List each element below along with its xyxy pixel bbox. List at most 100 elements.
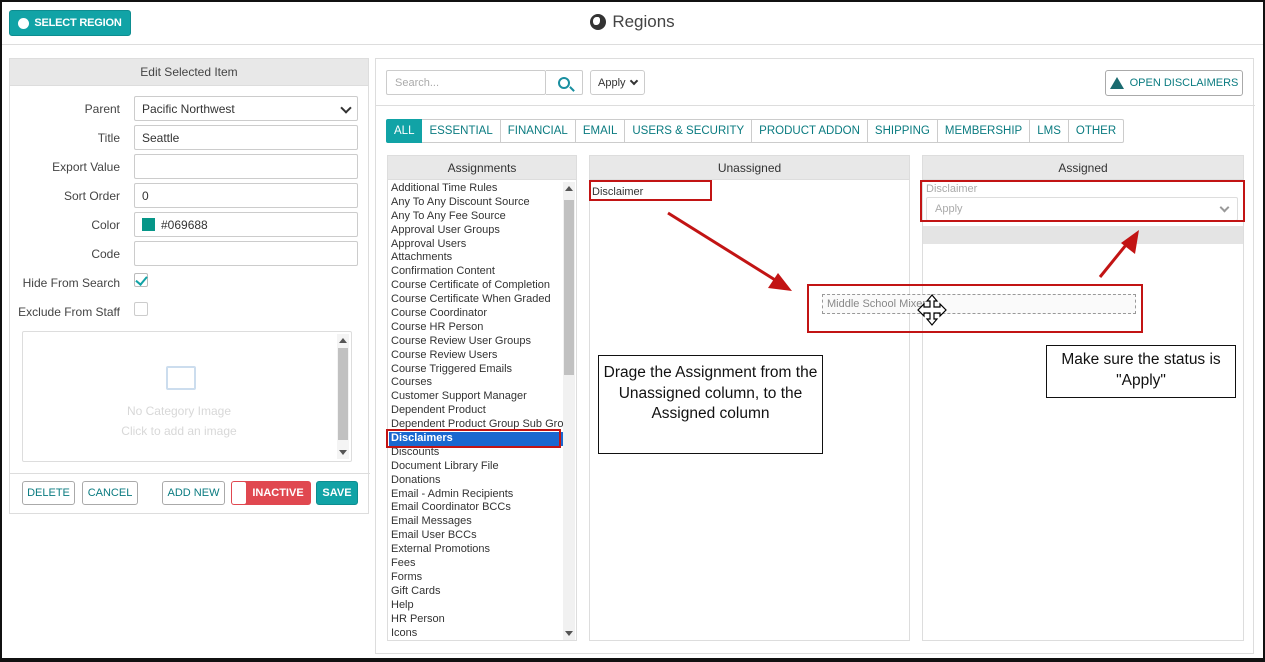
exclude-from-staff-checkbox[interactable] (134, 302, 148, 316)
active-toggle[interactable]: INACTIVE (231, 481, 311, 505)
page-title: Regions (2, 12, 1263, 32)
chevron-down-icon (340, 102, 352, 114)
scroll-down-icon[interactable] (339, 450, 347, 455)
assignment-item[interactable]: Approval User Groups (389, 224, 575, 238)
parent-select[interactable]: Pacific Northwest (134, 96, 358, 121)
color-input[interactable]: #069688 (134, 212, 358, 237)
sort-order-row: Sort Order 0 (10, 183, 370, 208)
dragged-item[interactable]: Middle School Mixer (822, 294, 1136, 314)
color-swatch[interactable] (142, 218, 155, 231)
search-input[interactable]: Search... (386, 70, 546, 95)
tab-lms[interactable]: LMS (1030, 119, 1069, 143)
tab-product-addon[interactable]: PRODUCT ADDON (752, 119, 868, 143)
title-row: Title Seattle (10, 125, 370, 150)
sort-order-input[interactable]: 0 (134, 183, 358, 208)
inactive-label: INACTIVE (252, 487, 304, 499)
assignment-item[interactable]: Email User BCCs (389, 529, 575, 543)
assignment-item[interactable]: Email Messages (389, 515, 575, 529)
scroll-up-icon[interactable] (565, 186, 573, 191)
open-disclaimers-button[interactable]: OPEN DISCLAIMERS (1105, 70, 1243, 96)
unassigned-item-highlight (589, 180, 712, 201)
parent-label: Parent (84, 101, 120, 116)
globe-icon (590, 14, 607, 30)
assignment-item[interactable]: Course Certificate of Completion (389, 279, 575, 293)
tab-all[interactable]: ALL (386, 119, 423, 143)
tab-shipping[interactable]: SHIPPING (867, 119, 938, 143)
parent-row: Parent Pacific Northwest (10, 96, 370, 121)
tab-users-security[interactable]: USERS & SECURITY (625, 119, 753, 143)
image-scrollbar[interactable] (337, 334, 349, 459)
delete-button[interactable]: DELETE (22, 481, 75, 505)
code-row: Code (10, 241, 370, 266)
assignment-item[interactable]: Courses (389, 376, 575, 390)
scroll-thumb[interactable] (338, 348, 348, 440)
assignment-item[interactable]: Course Review Users (389, 349, 575, 363)
category-tabs: ALL ESSENTIAL FINANCIAL EMAIL USERS & SE… (386, 119, 1125, 143)
hide-from-search-checkbox[interactable] (134, 273, 148, 287)
assignment-item[interactable]: Dependent Product (389, 404, 575, 418)
tab-membership[interactable]: MEMBERSHIP (937, 119, 1031, 143)
save-button[interactable]: SAVE (316, 481, 358, 505)
assignment-item[interactable]: Email - Admin Recipients (389, 488, 575, 502)
code-label: Code (91, 246, 120, 261)
chevron-down-icon (629, 76, 639, 86)
warning-icon (1109, 77, 1124, 89)
assignment-item[interactable]: Icons (389, 627, 575, 641)
assignment-item[interactable]: Course Triggered Emails (389, 363, 575, 377)
exclude-from-staff-label: Exclude From Staff (18, 304, 120, 319)
assignment-item[interactable]: Attachments (389, 251, 575, 265)
move-cursor-icon (917, 294, 947, 326)
export-value-row: Export Value (10, 154, 370, 179)
tab-essential[interactable]: ESSENTIAL (422, 119, 501, 143)
assignment-item[interactable]: External Promotions (389, 543, 575, 557)
assignment-item[interactable]: Help (389, 599, 575, 613)
tab-other[interactable]: OTHER (1068, 119, 1125, 143)
assignment-item[interactable]: Course Certificate When Graded (389, 293, 575, 307)
assignment-item[interactable]: Course Review User Groups (389, 335, 575, 349)
scroll-down-icon[interactable] (565, 631, 573, 636)
assignment-item[interactable]: Approval Users (389, 238, 575, 252)
assignment-item[interactable]: Discounts (389, 446, 575, 460)
assignment-item[interactable]: Donations (389, 474, 575, 488)
assignment-item[interactable]: Customer Support Manager (389, 390, 575, 404)
assignment-item[interactable]: HR Person (389, 613, 575, 627)
assignments-column: Assignments Additional Time Rules Any To … (387, 155, 577, 641)
hide-from-search-row: Hide From Search (10, 270, 370, 295)
search-button[interactable] (546, 70, 583, 95)
scroll-thumb[interactable] (564, 200, 574, 375)
assignments-list[interactable]: Additional Time Rules Any To Any Discount… (389, 182, 575, 640)
title-input[interactable]: Seattle (134, 125, 358, 150)
color-row: Color #069688 (10, 212, 370, 237)
divider (10, 473, 370, 474)
assignment-item[interactable]: Course Coordinator (389, 307, 575, 321)
parent-value: Pacific Northwest (142, 101, 235, 116)
assignment-item[interactable]: Document Library File (389, 460, 575, 474)
scroll-up-icon[interactable] (339, 338, 347, 343)
cancel-button[interactable]: CANCEL (82, 481, 138, 505)
assignment-item[interactable]: Course HR Person (389, 321, 575, 335)
unassigned-header: Unassigned (590, 156, 909, 180)
tab-financial[interactable]: FINANCIAL (500, 119, 576, 143)
add-new-button[interactable]: ADD NEW (162, 481, 225, 505)
assigned-drop-zone[interactable] (923, 226, 1243, 244)
tab-email[interactable]: EMAIL (575, 119, 626, 143)
assignment-item[interactable]: Fees (389, 557, 575, 571)
assignment-item[interactable]: Forms (389, 571, 575, 585)
callout-status-instruction: Make sure the status is "Apply" (1046, 345, 1236, 398)
assignments-scrollbar[interactable] (563, 182, 575, 640)
assignment-item[interactable]: Any To Any Discount Source (389, 196, 575, 210)
assignment-item[interactable]: Additional Time Rules (389, 182, 575, 196)
status-filter-select[interactable]: Apply (590, 70, 645, 95)
assignment-item[interactable]: Gift Cards (389, 585, 575, 599)
code-input[interactable] (134, 241, 358, 266)
category-image-dropzone[interactable]: No Category Image Click to add an image (22, 331, 352, 462)
no-image-text: No Category Image (126, 404, 232, 418)
assignment-item[interactable]: Email Coordinator BCCs (389, 501, 575, 515)
sort-order-label: Sort Order (63, 188, 120, 203)
export-value-input[interactable] (134, 154, 358, 179)
assignment-item[interactable]: Any To Any Fee Source (389, 210, 575, 224)
callout-drag-instruction: Drage the Assignment from the Unassigned… (598, 355, 823, 454)
assignment-item[interactable]: Confirmation Content (389, 265, 575, 279)
edit-selected-item-panel: Edit Selected Item Parent Pacific Northw… (9, 58, 370, 514)
toggle-knob (232, 482, 246, 504)
